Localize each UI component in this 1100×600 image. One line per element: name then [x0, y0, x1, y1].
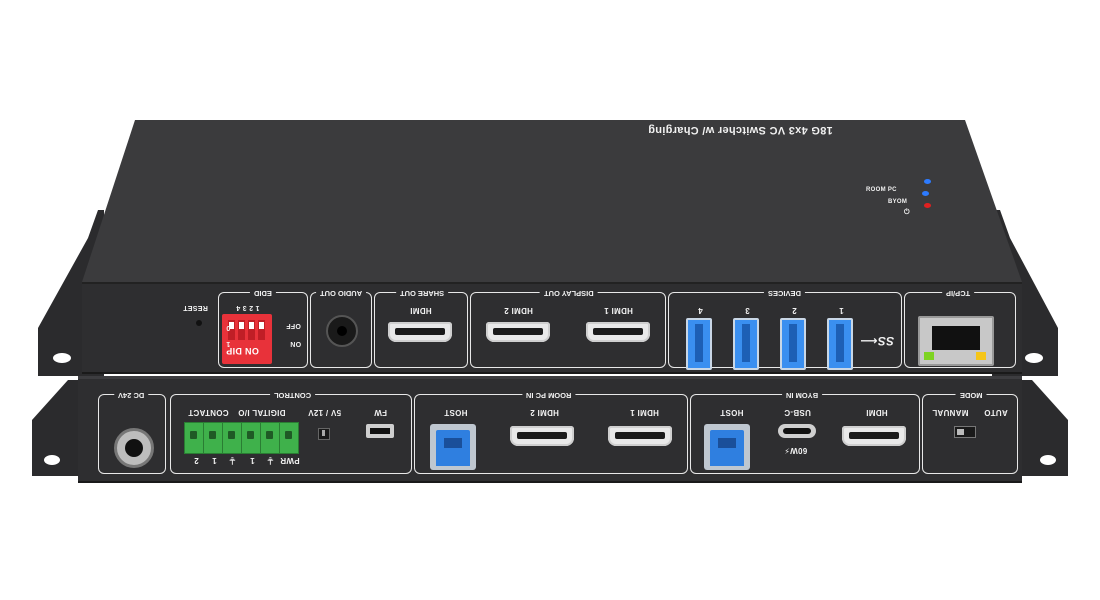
edid-dip-numbers: 1 2 3 4 — [236, 304, 260, 311]
control-fw-label: FW — [374, 408, 388, 417]
byom-host-label: HOST — [720, 408, 744, 417]
ethernet-port[interactable] — [918, 316, 994, 366]
terminal-pin-6[interactable] — [279, 422, 299, 454]
reset-button[interactable] — [196, 320, 202, 326]
edid-one-label: 1 — [226, 340, 231, 347]
display-out-hdmi2-port[interactable] — [486, 322, 550, 342]
edid-on-label: ON — [290, 340, 302, 347]
display-out-hdmi2-label: HDMI 2 — [504, 306, 533, 315]
led-blue-2 — [922, 191, 929, 196]
led-power: ⏻ — [904, 201, 931, 219]
room-pc-hdmi2-label: HDMI 2 — [530, 408, 559, 417]
ethernet-led-amber — [976, 352, 986, 360]
byom-power-label: 60W⚡ — [784, 446, 808, 455]
voltage-switch[interactable] — [318, 428, 330, 440]
room-pc-in-title: ROOM PC IN — [522, 390, 576, 400]
edid-zero-label: 0 — [226, 324, 231, 331]
terminal-pin-1[interactable] — [184, 422, 204, 454]
device-title: 18G 4x3 VC Switcher w/ Charging — [648, 124, 833, 136]
room-pc-hdmi1-label: HDMI 1 — [630, 408, 659, 417]
terminal-block[interactable] — [184, 422, 299, 454]
mode-manual-label: MANUAL — [932, 408, 969, 417]
superspeed-usb-icon: SS⟵ — [860, 334, 895, 348]
byom-hdmi-label: HDMI — [866, 408, 888, 417]
led-blue-1 — [924, 179, 931, 184]
devices-usb-port-4[interactable] — [686, 318, 712, 370]
byom-hdmi-port[interactable] — [842, 426, 906, 446]
led-red — [924, 203, 931, 208]
dip-slot-4[interactable] — [258, 320, 265, 340]
control-voltage-label: 5V / 12V — [308, 408, 342, 417]
devices-title: DEVICES — [764, 288, 805, 298]
audio-out-jack[interactable] — [326, 315, 358, 347]
devices-port4-label: 4 — [698, 306, 703, 315]
edid-dip-switch[interactable]: ON DIP — [222, 314, 272, 364]
dip-slot-2[interactable] — [238, 320, 245, 340]
devices-usb-port-3[interactable] — [733, 318, 759, 370]
devices-port2-label: 2 — [792, 306, 797, 315]
byom-usbc-label: USB-C — [784, 408, 811, 417]
mode-title: MODE — [956, 390, 987, 400]
room-pc-usb-b-port[interactable] — [430, 424, 476, 470]
reset-label: RESET — [183, 304, 208, 311]
edid-off-label: OFF — [286, 322, 301, 329]
room-pc-hdmi1-port[interactable] — [608, 426, 672, 446]
terminal-pin-label-1a: 1 — [212, 456, 217, 465]
control-contact-label: CONTACT — [188, 408, 229, 417]
byom-usb-c-port[interactable] — [778, 424, 816, 438]
control-title: CONTROL — [270, 390, 316, 400]
terminal-pin-2[interactable] — [203, 422, 223, 454]
terminal-pin-5[interactable] — [260, 422, 280, 454]
devices-usb-port-2[interactable] — [780, 318, 806, 370]
dc-title: DC 24V — [114, 390, 149, 400]
share-out-hdmi-label: HDMI — [410, 306, 432, 315]
terminal-pwr-label: PWR — [280, 456, 300, 465]
audio-out-title: AUDIO OUT — [316, 288, 367, 298]
devices-port1-label: 1 — [839, 306, 844, 315]
terminal-pin-label-2: 2 — [194, 456, 199, 465]
terminal-ground-icon-1: ⏚ — [228, 456, 237, 465]
devices-usb-port-1[interactable] — [827, 318, 853, 370]
terminal-pin-4[interactable] — [241, 422, 261, 454]
edid-on-dip-label: ON DIP — [226, 346, 259, 356]
terminal-ground-icon-2: ⏚ — [266, 456, 275, 465]
byom-usb-b-port[interactable] — [704, 424, 750, 470]
mode-switch[interactable] — [954, 426, 976, 438]
display-out-title: DISPLAY OUT — [540, 288, 598, 298]
display-out-hdmi1-port[interactable] — [586, 322, 650, 342]
terminal-pin-label-1b: 1 — [250, 456, 255, 465]
room-pc-hdmi2-port[interactable] — [510, 426, 574, 446]
dc-power-jack[interactable] — [114, 428, 154, 468]
byom-in-title: BYOM IN — [782, 390, 823, 400]
display-out-hdmi1-label: HDMI 1 — [604, 306, 633, 315]
ethernet-led-green — [924, 352, 934, 360]
terminal-pin-3[interactable] — [222, 422, 242, 454]
room-pc-host-label: HOST — [444, 408, 468, 417]
mode-auto-label: AUTO — [984, 408, 1008, 417]
edid-title: EDID — [250, 288, 276, 298]
devices-port3-label: 3 — [745, 306, 750, 315]
share-out-title: SHARE OUT — [396, 288, 449, 298]
dip-slot-3[interactable] — [248, 320, 255, 340]
share-out-hdmi-port[interactable] — [388, 322, 452, 342]
tcpip-title: TCP/IP — [942, 288, 975, 298]
control-digital-io-label: DIGITAL I/O — [238, 408, 286, 417]
fw-mini-usb-port[interactable] — [366, 424, 394, 438]
